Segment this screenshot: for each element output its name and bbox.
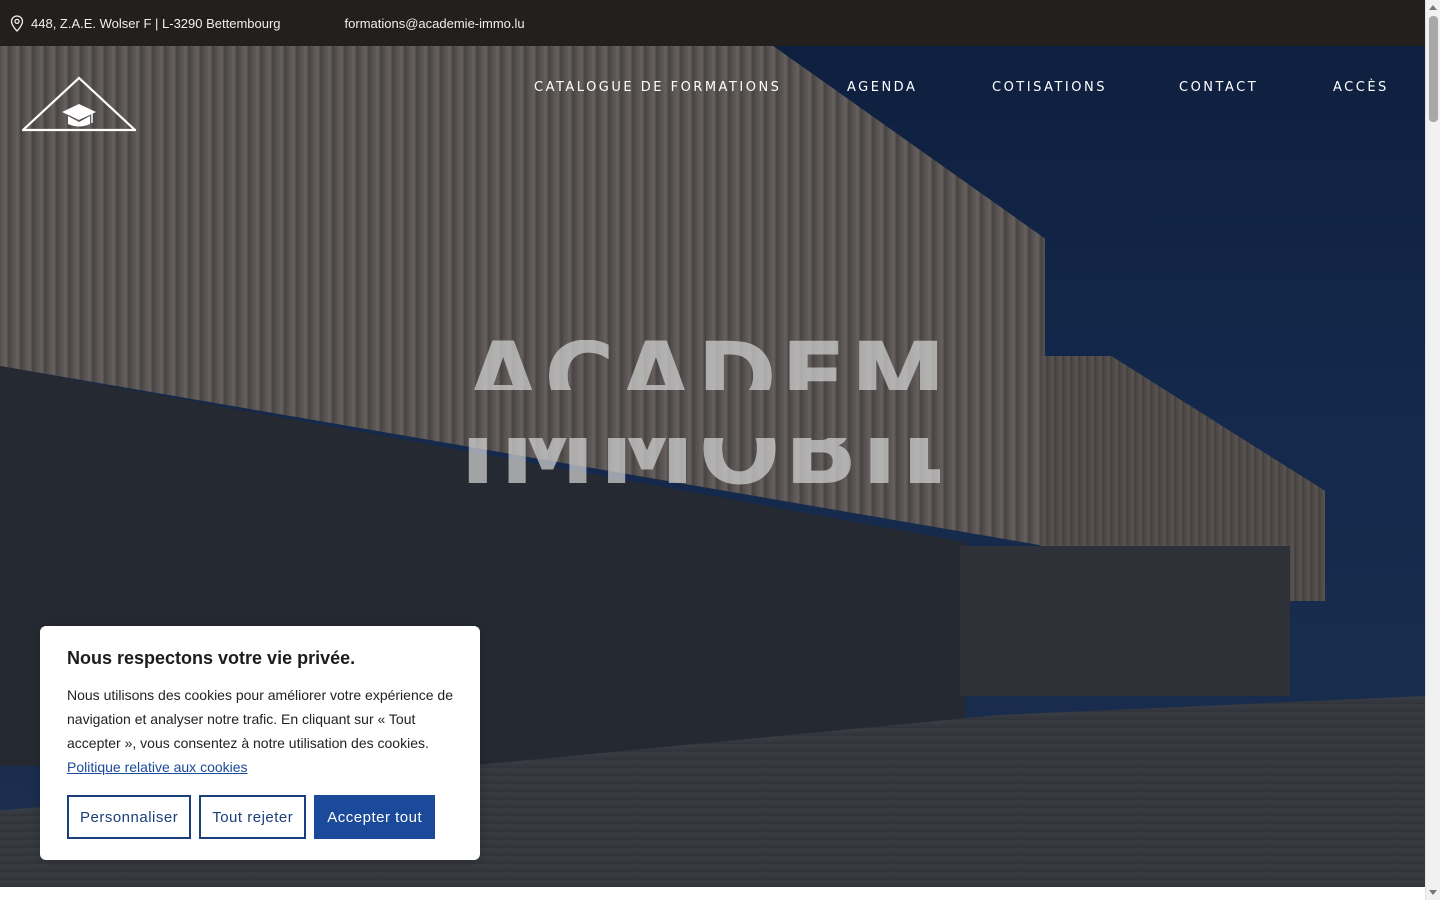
nav-catalogue[interactable]: CATALOGUE DE FORMATIONS xyxy=(534,80,781,95)
nav-contact[interactable]: CONTACT xyxy=(1179,80,1258,95)
accept-all-button[interactable]: Accepter tout xyxy=(314,795,436,839)
cookie-banner-actions: Personnaliser Tout rejeter Accepter tout xyxy=(67,795,436,839)
reject-all-button[interactable]: Tout rejeter xyxy=(199,795,307,839)
address-text: 448, Z.A.E. Wolser F | L-3290 Bettembour… xyxy=(31,15,281,31)
hero-title: ACADEMIE IMMOBILI xyxy=(460,340,940,505)
scroll-down-arrow-icon[interactable] xyxy=(1429,890,1437,895)
cookie-consent-banner: Nous respectons votre vie privée. Nous u… xyxy=(40,626,480,860)
map-pin-icon xyxy=(10,14,24,32)
customize-button[interactable]: Personnaliser xyxy=(67,795,192,839)
hero-title-line-1: ACADEMIE xyxy=(466,340,940,390)
nav-agenda[interactable]: AGENDA xyxy=(847,80,917,95)
hero-title-line-2: IMMOBILI xyxy=(460,438,940,500)
scrollbar-thumb[interactable] xyxy=(1429,16,1438,122)
address: 448, Z.A.E. Wolser F | L-3290 Bettembour… xyxy=(10,14,281,32)
scroll-up-arrow-icon[interactable] xyxy=(1429,5,1437,10)
nav-cotisations[interactable]: COTISATIONS xyxy=(992,80,1107,95)
page-scrollbar[interactable] xyxy=(1425,0,1440,900)
main-navigation: CATALOGUE DE FORMATIONS AGENDA COTISATIO… xyxy=(0,80,1425,100)
cookie-banner-text: Nous utilisons des cookies pour améliore… xyxy=(67,687,453,775)
cookie-policy-link[interactable]: Politique relative aux cookies xyxy=(67,759,248,775)
cookie-banner-title: Nous respectons votre vie privée. xyxy=(67,648,356,668)
email-link[interactable]: formations@academie-immo.lu xyxy=(345,16,525,31)
top-info-bar: 448, Z.A.E. Wolser F | L-3290 Bettembour… xyxy=(0,0,1425,46)
nav-acces[interactable]: ACCÈS xyxy=(1333,80,1389,95)
